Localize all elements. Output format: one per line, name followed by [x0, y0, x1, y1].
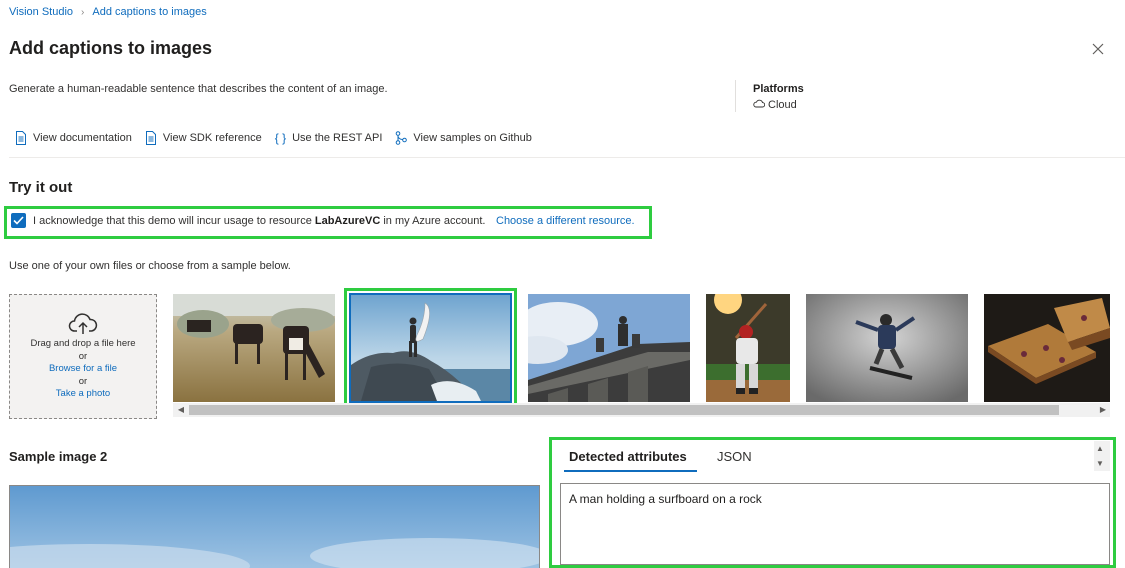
tab-json[interactable]: JSON: [717, 449, 752, 464]
scroll-left-icon[interactable]: ◀: [175, 404, 187, 416]
or-label: or: [78, 350, 88, 362]
breadcrumb-current[interactable]: Add captions to images: [92, 6, 206, 18]
view-documentation-link[interactable]: View documentation: [15, 131, 132, 145]
view-sdk-reference-label: View SDK reference: [162, 132, 262, 144]
ack-suffix: in my Azure account.: [380, 215, 486, 227]
resource-links: View documentation View SDK reference { …: [15, 131, 545, 145]
braces-icon: { }: [274, 131, 287, 145]
sample-image-preview: [9, 485, 540, 568]
horizontal-divider: [9, 157, 1125, 158]
use-files-instruction: Use one of your own files or choose from…: [9, 260, 291, 272]
chevron-right-icon: ›: [81, 6, 85, 18]
platforms-value: Cloud: [753, 99, 797, 111]
take-photo-link[interactable]: Take a photo: [10, 388, 156, 401]
acknowledge-text: I acknowledge that this demo will incur …: [33, 215, 485, 227]
samples-scrollbar-thumb[interactable]: [189, 405, 1059, 415]
sample-thumbnail-baseball[interactable]: [706, 294, 790, 402]
browse-file-link[interactable]: Browse for a file: [10, 363, 156, 376]
page-title: Add captions to images: [9, 38, 213, 58]
try-it-out-heading: Try it out: [9, 179, 73, 196]
view-samples-github-label: View samples on Github: [413, 132, 532, 144]
sample-thumbnail-sandwich[interactable]: [984, 294, 1110, 402]
drag-drop-label: Drag and drop a file here: [30, 338, 136, 349]
scroll-right-icon[interactable]: ▶: [1097, 404, 1109, 416]
active-tab-indicator: [564, 470, 697, 472]
selected-sample-border: [349, 293, 512, 403]
platforms-label: Platforms: [753, 83, 804, 95]
page-description: Generate a human-readable sentence that …: [9, 83, 388, 95]
caption-result: A man holding a surfboard on a rock: [560, 483, 1110, 565]
sample-thumbnail-skateboarder[interactable]: [806, 294, 968, 402]
checkmark-icon: [13, 216, 24, 225]
platform-cloud-label: Cloud: [768, 99, 797, 111]
file-dropzone[interactable]: Drag and drop a file here or Browse for …: [9, 294, 157, 419]
sample-image-title: Sample image 2: [9, 449, 108, 464]
or-label: or: [78, 375, 88, 387]
ack-resource-name: LabAzureVC: [314, 215, 381, 227]
breadcrumb: Vision Studio › Add captions to images: [9, 6, 207, 18]
breadcrumb-vision-studio[interactable]: Vision Studio: [9, 6, 73, 18]
scroll-up-icon[interactable]: ▲: [1096, 444, 1104, 453]
view-documentation-label: View documentation: [33, 132, 132, 144]
acknowledge-checkbox[interactable]: [11, 213, 26, 228]
sample-thumbnail-cows[interactable]: [173, 294, 335, 402]
document-icon: [145, 131, 157, 145]
view-samples-github-link[interactable]: View samples on Github: [395, 131, 532, 145]
tab-detected-attributes[interactable]: Detected attributes: [569, 449, 687, 464]
vertical-divider: [735, 80, 736, 112]
sample-thumbnail-building[interactable]: [528, 294, 690, 402]
ack-prefix: I acknowledge that this demo will incur …: [33, 215, 315, 227]
branch-icon: [395, 131, 408, 145]
scroll-down-icon[interactable]: ▼: [1096, 459, 1104, 468]
cloud-icon: [753, 99, 766, 111]
document-icon: [15, 131, 27, 145]
cloud-upload-icon: [68, 312, 98, 336]
choose-resource-link[interactable]: Choose a different resource.: [496, 215, 635, 227]
close-icon[interactable]: [1090, 43, 1106, 59]
use-rest-api-link[interactable]: { } Use the REST API: [275, 131, 383, 145]
use-rest-api-label: Use the REST API: [292, 132, 383, 144]
view-sdk-reference-link[interactable]: View SDK reference: [145, 131, 262, 145]
